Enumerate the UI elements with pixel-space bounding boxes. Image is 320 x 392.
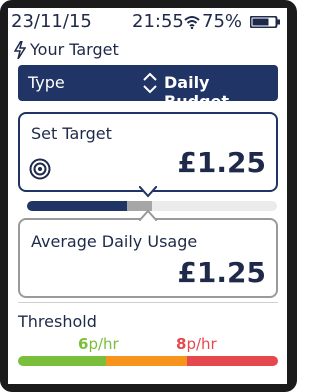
- threshold-low-unit: p/hr: [88, 335, 119, 353]
- average-usage-card: Average Daily Usage £1.25: [18, 218, 278, 298]
- threshold-low: 6p/hr: [78, 335, 119, 353]
- type-label: Type: [28, 73, 65, 92]
- status-time: 21:55: [132, 11, 184, 32]
- wifi-icon: [184, 16, 200, 29]
- average-usage-amount: £1.25: [177, 256, 266, 289]
- section-divider: [18, 302, 278, 303]
- set-target-label: Set Target: [31, 124, 112, 143]
- threshold-bar: [18, 356, 278, 366]
- device-frame: 23/11/15 21:55 75% Your Target Type Dail…: [0, 0, 297, 392]
- target-pointer: [139, 186, 157, 198]
- threshold-title: Threshold: [18, 312, 97, 331]
- battery-icon: [250, 16, 280, 28]
- page-header: Your Target: [14, 38, 281, 62]
- battery-percentage: 75%: [202, 11, 243, 32]
- average-usage-label: Average Daily Usage: [31, 232, 198, 251]
- threshold-low-value: 6: [78, 335, 89, 353]
- threshold-segment-mid: [106, 356, 187, 366]
- set-target-card[interactable]: Set Target £1.25: [18, 112, 278, 192]
- usage-pointer: [139, 209, 157, 221]
- threshold-high-value: 8: [176, 335, 187, 353]
- target-icon: [29, 158, 51, 180]
- type-value: Daily Budget: [164, 73, 229, 111]
- set-target-amount: £1.25: [177, 146, 266, 179]
- threshold-segment-high: [186, 356, 278, 366]
- type-selector[interactable]: Type Daily Budget: [18, 65, 278, 111]
- threshold-high-unit: p/hr: [186, 335, 217, 353]
- threshold-segment-low: [18, 356, 107, 366]
- status-date: 23/11/15: [11, 11, 92, 32]
- lightning-bolt-icon: [14, 41, 26, 59]
- status-bar: 23/11/15 21:55 75%: [8, 8, 287, 36]
- up-down-arrows-icon[interactable]: [142, 71, 158, 95]
- screen: 23/11/15 21:55 75% Your Target Type Dail…: [8, 8, 287, 384]
- threshold-high: 8p/hr: [176, 335, 217, 353]
- page-title: Your Target: [30, 40, 119, 59]
- progress-fill: [27, 201, 127, 211]
